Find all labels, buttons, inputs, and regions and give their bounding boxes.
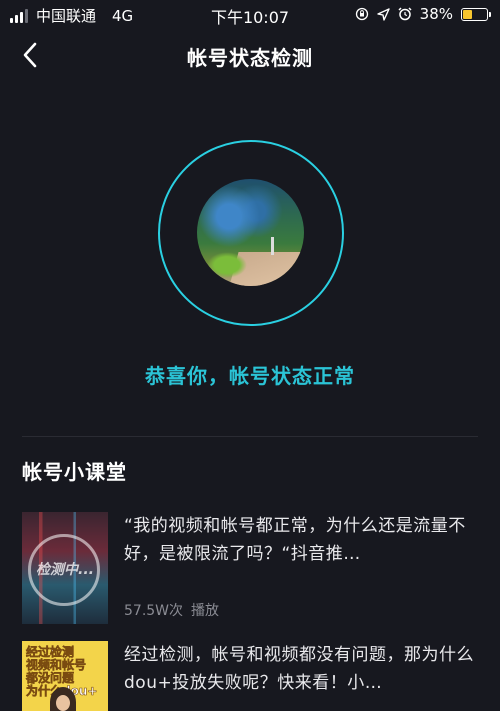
avatar-grass — [207, 252, 247, 278]
status-bar: 中国联通 4G 下午10:07 38% — [0, 0, 500, 30]
screen: 中国联通 4G 下午10:07 38% 帐号状态检测 恭喜你，帐号状态正常 帐号… — [0, 0, 500, 711]
lesson-item[interactable]: 检测中... “我的视频和帐号都正常，为什么还是流量不好，是被限流了吗？“抖音推… — [22, 512, 478, 624]
lesson-title: “我的视频和帐号都正常，为什么还是流量不好，是被限流了吗？“抖音推… — [124, 516, 466, 564]
views-count: 57.5W次 — [124, 603, 184, 619]
status-result-text: 恭喜你，帐号状态正常 — [145, 364, 355, 388]
avatar-pole — [271, 237, 274, 255]
lesson-views: 57.5W次 播放 — [124, 600, 219, 620]
thumbnail-text: 检测中... — [36, 562, 94, 578]
thumbnail-person — [50, 687, 76, 711]
section-divider — [22, 436, 478, 437]
lesson-item[interactable]: 经过检测 视频和帐号 都没问题 为什么dou+ 经过检测，帐号和视频都没有问题，… — [22, 641, 478, 711]
lesson-thumbnail: 检测中... — [22, 512, 108, 624]
alarm-icon — [398, 7, 412, 21]
views-label: 播放 — [191, 603, 220, 619]
lesson-thumbnail: 经过检测 视频和帐号 都没问题 为什么dou+ — [22, 641, 108, 711]
orientation-lock-icon — [355, 7, 368, 21]
page-title: 帐号状态检测 — [187, 46, 313, 70]
battery-icon — [461, 7, 491, 21]
battery-fill — [463, 9, 472, 19]
lesson-title: 经过检测，帐号和视频都没有问题，那为什么dou+投放失败呢？快来看！小… — [124, 645, 474, 693]
status-right: 38% — [355, 5, 491, 23]
location-icon — [376, 7, 390, 21]
section-title: 帐号小课堂 — [22, 460, 127, 484]
nav-bar: 帐号状态检测 — [0, 30, 500, 82]
battery-percent: 38% — [419, 5, 453, 23]
account-avatar — [197, 179, 304, 286]
